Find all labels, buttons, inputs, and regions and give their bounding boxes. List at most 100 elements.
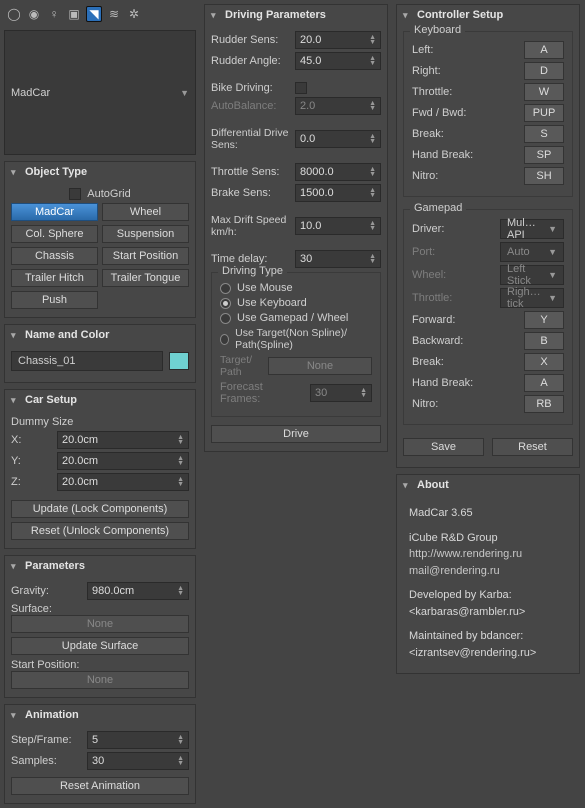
startpos-none[interactable]: None bbox=[11, 671, 189, 689]
autobalance-label: AutoBalance: bbox=[211, 100, 289, 112]
update-button[interactable]: Update (Lock Components) bbox=[11, 500, 189, 518]
btn-startpos[interactable]: Start Position bbox=[102, 247, 189, 265]
gp-throttle-label: Throttle: bbox=[412, 292, 494, 304]
kb-handbreak[interactable]: SP bbox=[524, 146, 564, 164]
gp-wheel-label: Wheel: bbox=[412, 269, 494, 281]
samples-spinner[interactable]: 30▲▼ bbox=[87, 752, 189, 770]
about-version: MadCar 3.65 bbox=[409, 505, 567, 522]
forecast-spinner: 30▲▼ bbox=[310, 384, 372, 402]
btn-colsphere[interactable]: Col. Sphere bbox=[11, 225, 98, 243]
gp-handbreak-label: Hand Break: bbox=[412, 377, 518, 389]
helpers-icon[interactable]: ◥ bbox=[86, 6, 102, 22]
collapse-icon[interactable]: ▾ bbox=[403, 10, 413, 21]
radio-mouse-label: Use Mouse bbox=[237, 282, 293, 294]
btn-madcar[interactable]: MadCar bbox=[11, 203, 98, 221]
camera-icon[interactable]: ▣ bbox=[66, 6, 82, 22]
gamepad-title: Gamepad bbox=[410, 202, 466, 214]
panel-title: Animation bbox=[25, 709, 79, 721]
gp-handbreak[interactable]: A bbox=[524, 374, 564, 392]
about-url[interactable]: http://www.rendering.ru bbox=[409, 548, 522, 560]
kb-handbreak-label: Hand Break: bbox=[412, 149, 518, 161]
collapse-icon[interactable]: ▾ bbox=[11, 561, 21, 572]
btn-suspension[interactable]: Suspension bbox=[102, 225, 189, 243]
collapse-icon[interactable]: ▾ bbox=[11, 330, 21, 341]
collapse-icon[interactable]: ▾ bbox=[11, 395, 21, 406]
x-spinner[interactable]: 20.0cm▲▼ bbox=[57, 431, 189, 449]
rudder-angle-spinner[interactable]: 45.0▲▼ bbox=[295, 52, 381, 70]
panel-title: Driving Parameters bbox=[225, 9, 326, 21]
gp-forward[interactable]: Y bbox=[524, 311, 564, 329]
targetpath-none: None bbox=[268, 357, 372, 375]
update-surface-button[interactable]: Update Surface bbox=[11, 637, 189, 655]
panel-title: Name and Color bbox=[25, 329, 109, 341]
collapse-icon[interactable]: ▾ bbox=[403, 480, 413, 491]
systems-icon[interactable]: ✲ bbox=[126, 6, 142, 22]
kb-right[interactable]: D bbox=[524, 62, 564, 80]
diff-spinner[interactable]: 0.0▲▼ bbox=[295, 130, 381, 148]
radio-mouse[interactable] bbox=[220, 283, 231, 294]
throttle-spinner[interactable]: 8000.0▲▼ bbox=[295, 163, 381, 181]
radio-target[interactable] bbox=[220, 334, 229, 345]
radio-gamepad-label: Use Gamepad / Wheel bbox=[237, 312, 348, 324]
collapse-icon[interactable]: ▾ bbox=[11, 710, 21, 721]
rudder-sens-spinner[interactable]: 20.0▲▼ bbox=[295, 31, 381, 49]
kb-throttle-label: Throttle: bbox=[412, 86, 518, 98]
gp-throttle: Righ…tick▼ bbox=[500, 288, 564, 308]
btn-trailerhitch[interactable]: Trailer Hitch bbox=[11, 269, 98, 287]
radio-keyboard[interactable] bbox=[220, 298, 231, 309]
gamepad-group: Gamepad Driver: Mul…API▼ Port: Auto▼ Whe… bbox=[403, 209, 573, 425]
sphere-icon[interactable]: ◉ bbox=[26, 6, 42, 22]
step-spinner[interactable]: 5▲▼ bbox=[87, 731, 189, 749]
panel-animation: ▾ Animation Step/Frame: 5▲▼ Samples: 30▲… bbox=[4, 704, 196, 804]
btn-trailertongue[interactable]: Trailer Tongue bbox=[102, 269, 189, 287]
gravity-spinner[interactable]: 980.0cm▲▼ bbox=[87, 582, 189, 600]
maxdrift-spinner[interactable]: 10.0▲▼ bbox=[295, 217, 381, 235]
about-maint-mail: <izrantsev@rendering.ru> bbox=[409, 645, 567, 662]
ctrl-save-button[interactable]: Save bbox=[403, 438, 484, 456]
z-spinner[interactable]: 20.0cm▲▼ bbox=[57, 473, 189, 491]
bike-label: Bike Driving: bbox=[211, 82, 289, 94]
kb-break[interactable]: S bbox=[524, 125, 564, 143]
gp-break[interactable]: X bbox=[524, 353, 564, 371]
category-dropdown[interactable]: MadCar ▼ bbox=[4, 30, 196, 155]
kb-throttle[interactable]: W bbox=[524, 83, 564, 101]
autogrid-label: AutoGrid bbox=[87, 188, 130, 200]
gp-backward[interactable]: B bbox=[524, 332, 564, 350]
radio-gamepad[interactable] bbox=[220, 313, 231, 324]
reset-button[interactable]: Reset (Unlock Components) bbox=[11, 522, 189, 540]
ctrl-reset-button[interactable]: Reset bbox=[492, 438, 573, 456]
spacewarp-icon[interactable]: ≋ bbox=[106, 6, 122, 22]
color-swatch[interactable] bbox=[169, 352, 189, 370]
btn-push[interactable]: Push bbox=[11, 291, 98, 309]
surface-none[interactable]: None bbox=[11, 615, 189, 633]
bike-check[interactable] bbox=[295, 82, 307, 94]
gp-driver[interactable]: Mul…API▼ bbox=[500, 219, 564, 239]
timedelay-spinner[interactable]: 30▲▼ bbox=[295, 250, 381, 268]
y-spinner[interactable]: 20.0cm▲▼ bbox=[57, 452, 189, 470]
about-dev-mail: <karbaras@rambler.ru> bbox=[409, 604, 567, 621]
category-icons: ◯ ◉ ♀ ▣ ◥ ≋ ✲ bbox=[4, 4, 196, 24]
kb-nitro[interactable]: SH bbox=[524, 167, 564, 185]
reset-anim-button[interactable]: Reset Animation bbox=[11, 777, 189, 795]
drive-button[interactable]: Drive bbox=[211, 425, 381, 443]
autobalance-spinner: 2.0▲▼ bbox=[295, 97, 381, 115]
btn-chassis[interactable]: Chassis bbox=[11, 247, 98, 265]
autogrid-check[interactable] bbox=[69, 188, 81, 200]
about-mail[interactable]: mail@rendering.ru bbox=[409, 565, 500, 577]
btn-wheel[interactable]: Wheel bbox=[102, 203, 189, 221]
collapse-icon[interactable]: ▾ bbox=[11, 167, 21, 178]
kb-fwdbwd[interactable]: PUP bbox=[524, 104, 564, 122]
brake-spinner[interactable]: 1500.0▲▼ bbox=[295, 184, 381, 202]
circle-icon[interactable]: ◯ bbox=[6, 6, 22, 22]
panel-parameters: ▾ Parameters Gravity: 980.0cm▲▼ Surface:… bbox=[4, 555, 196, 698]
targetpath-label: Target/ Path bbox=[220, 354, 262, 378]
bulb-icon[interactable]: ♀ bbox=[46, 6, 62, 22]
panel-name-color: ▾ Name and Color Chassis_01 bbox=[4, 324, 196, 383]
gp-nitro[interactable]: RB bbox=[524, 395, 564, 413]
gp-port-label: Port: bbox=[412, 246, 494, 258]
object-name-input[interactable]: Chassis_01 bbox=[11, 351, 163, 371]
brake-label: Brake Sens: bbox=[211, 187, 289, 199]
collapse-icon[interactable]: ▾ bbox=[211, 10, 221, 21]
maxdrift-label: Max Drift Speed km/h: bbox=[211, 214, 289, 238]
kb-left[interactable]: A bbox=[524, 41, 564, 59]
